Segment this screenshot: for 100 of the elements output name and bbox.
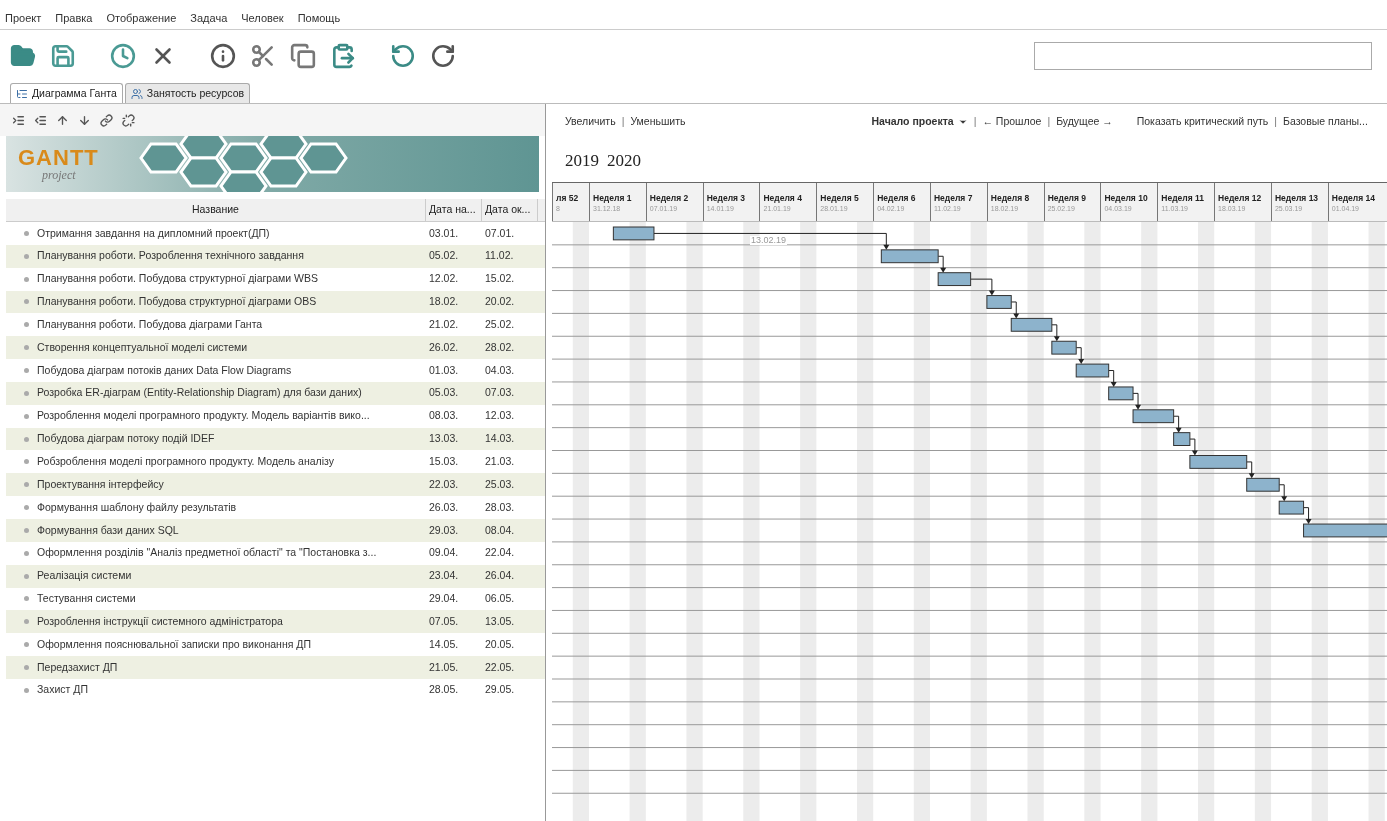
- task-name[interactable]: Побудова діаграм потоків даних Data Flow Diagrams: [37, 362, 292, 379]
- task-name[interactable]: Оформлення розділів "Аналіз предметної області" та "Постановка з...: [37, 545, 377, 562]
- task-name[interactable]: Робзроблення моделі програмного продукту. Модель аналізу: [37, 454, 334, 470]
- bullet-icon: [24, 413, 29, 419]
- toolbar-link[interactable]: Уменьшить: [627, 114, 689, 130]
- task-bar[interactable]: [612, 226, 655, 241]
- task-bar[interactable]: [1075, 363, 1110, 378]
- column-header[interactable]: Название: [6, 199, 426, 221]
- menu-item[interactable]: Отображение: [106, 9, 177, 26]
- unlink-button[interactable]: [122, 113, 135, 127]
- end-date: 07.01.: [484, 225, 516, 241]
- paste-button[interactable]: [330, 43, 356, 69]
- link-icon: [100, 113, 113, 127]
- task-name[interactable]: Створення концептуальної моделі системи: [37, 339, 248, 356]
- start-date: 22.03.: [428, 476, 460, 492]
- task-name[interactable]: Розробка ER-діаграм (Entity-Relationship Diagram) для бази даних): [37, 385, 362, 402]
- info-button[interactable]: [210, 43, 236, 69]
- end-date: 25.03.: [484, 476, 516, 492]
- undo-button[interactable]: [390, 43, 416, 69]
- start-date: 29.03.: [428, 522, 460, 538]
- outdent-button[interactable]: [34, 113, 47, 127]
- indent-icon: [12, 113, 25, 127]
- scissors-button[interactable]: [250, 43, 276, 69]
- indent-button[interactable]: [12, 113, 25, 127]
- end-date: 12.03.: [484, 408, 516, 424]
- task-name[interactable]: Планування роботи. Розроблення технічного завдання: [37, 248, 304, 265]
- menu-item[interactable]: Задача: [190, 9, 228, 26]
- redo-icon: [430, 43, 456, 69]
- bullet-icon: [24, 253, 29, 259]
- task-bar[interactable]: [1173, 432, 1191, 446]
- start-date: 05.02.: [428, 248, 460, 264]
- end-date: 11.02.: [484, 248, 515, 264]
- start-date: 29.04.: [428, 591, 460, 607]
- task-bar[interactable]: [1246, 477, 1280, 492]
- task-bar[interactable]: [986, 295, 1012, 309]
- task-bar[interactable]: [937, 272, 972, 287]
- column-header[interactable]: Дата на...: [426, 199, 482, 221]
- week-label: Неделя 1: [593, 193, 633, 204]
- bullet-icon: [24, 390, 29, 396]
- task-name[interactable]: Планування роботи. Побудова структурної діаграми WBS: [37, 271, 318, 287]
- week-label: Неделя 9: [1047, 193, 1088, 204]
- task-bar[interactable]: [880, 249, 939, 264]
- task-name[interactable]: Тестування системи: [37, 591, 136, 607]
- link-button[interactable]: [100, 113, 113, 127]
- outdent-icon: [34, 113, 47, 127]
- task-name[interactable]: Планування роботи. Побудова діаграми Ганта: [37, 316, 263, 333]
- week-label: Неделя 7: [933, 193, 974, 204]
- task-bar[interactable]: [1189, 455, 1248, 469]
- tab[interactable]: Занятость ресурсов: [124, 83, 251, 103]
- toolbar-link[interactable]: ← Прошлое: [979, 114, 1045, 130]
- start-date: 12.02.: [428, 271, 460, 287]
- task-name[interactable]: Реалізація системи: [37, 568, 132, 584]
- menu-item[interactable]: Проект: [5, 9, 42, 26]
- task-name[interactable]: Планування роботи. Побудова структурної діаграми OBS: [37, 294, 317, 310]
- tab[interactable]: Диаграмма Ганта: [10, 83, 123, 103]
- clock-button[interactable]: [110, 43, 136, 69]
- task-name[interactable]: Формування шаблону файлу результатів: [37, 499, 237, 516]
- toolbar-link[interactable]: Базовые планы...: [1280, 114, 1371, 130]
- menu-item[interactable]: Человек: [241, 9, 284, 26]
- week-label: Неделя 2: [649, 193, 690, 204]
- logo-title: GANTT: [18, 147, 100, 169]
- task-name[interactable]: Захист ДП: [37, 682, 88, 699]
- column-header[interactable]: Дата ок...: [482, 199, 538, 221]
- task-bar[interactable]: [1108, 386, 1134, 401]
- menu-item[interactable]: Правка: [55, 9, 93, 26]
- toolbar-link[interactable]: Показать критический путь: [1133, 114, 1272, 130]
- task-bar[interactable]: [1010, 317, 1053, 332]
- task-name[interactable]: Формування бази даних SQL: [37, 522, 179, 539]
- bullet-icon: [24, 276, 29, 282]
- save-button[interactable]: [50, 43, 76, 69]
- task-name[interactable]: Оформлення пояснювальної записки про виконання ДП: [37, 636, 311, 653]
- date-marker-label: 13.02.19: [750, 236, 788, 245]
- task-name[interactable]: Отримання завдання на дипломний проект(ДП): [37, 225, 270, 242]
- task-bar[interactable]: [1132, 409, 1175, 424]
- task-bar[interactable]: [1051, 340, 1077, 355]
- logo-subtitle: project: [40, 169, 77, 181]
- open-folder-button[interactable]: [10, 43, 36, 69]
- task-name[interactable]: Побудова діаграм потоку подій IDEF: [37, 431, 215, 447]
- copy-button[interactable]: [290, 43, 316, 69]
- people-icon: [130, 87, 143, 100]
- task-name[interactable]: Розроблення моделі програмного продукту. Модель варіантів вико...: [37, 408, 370, 425]
- separator-text: |: [972, 114, 978, 130]
- up-arrow-button[interactable]: [56, 113, 69, 127]
- up-arrow-icon: [56, 113, 69, 127]
- redo-button[interactable]: [430, 43, 456, 69]
- toolbar-link[interactable]: Будущее →: [1053, 114, 1116, 130]
- task-bar[interactable]: [1278, 500, 1305, 515]
- down-arrow-button[interactable]: [78, 113, 91, 127]
- bullet-icon: [24, 230, 29, 236]
- task-name[interactable]: Розроблення інструкції системного адміністратора: [37, 613, 283, 630]
- menu-item[interactable]: Помощь: [297, 9, 341, 26]
- start-date: 21.05.: [428, 659, 460, 675]
- toolbar-link[interactable]: Увеличить: [562, 114, 619, 130]
- week-label: Неделя 6: [877, 193, 917, 204]
- project-start-dropdown[interactable]: Начало проекта: [868, 114, 971, 130]
- search-field[interactable]: [1034, 42, 1372, 70]
- task-name[interactable]: Проектування інтерфейсу: [37, 476, 164, 493]
- end-date: 22.04.: [484, 545, 516, 561]
- task-name[interactable]: Передзахист ДП: [37, 659, 118, 676]
- end-date: 29.05.: [484, 682, 516, 698]
